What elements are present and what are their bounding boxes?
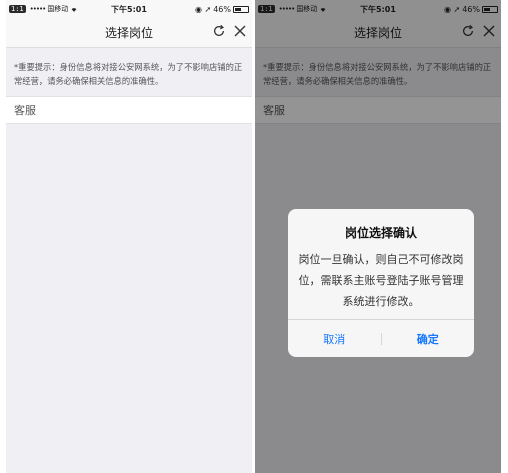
important-hint: *重要提示：身份信息将对接公安网系统，为了不影响店铺的正常经营，请务必确保相关信… bbox=[6, 48, 252, 96]
battery-icon bbox=[233, 5, 249, 13]
position-option-customer-service[interactable]: 客服 bbox=[6, 96, 252, 124]
right-screen: 1:1 ••••• 国移动 下午5:01 ◉ ➚ 46% 选择岗位 *重要提示：… bbox=[255, 0, 501, 473]
dialog-title: 岗位选择确认 bbox=[344, 226, 417, 240]
aspect-tag: 1:1 bbox=[9, 5, 26, 13]
page-title: 选择岗位 bbox=[104, 26, 153, 40]
close-icon[interactable] bbox=[234, 25, 246, 37]
signal-dots: ••••• bbox=[29, 5, 47, 13]
dialog-actions: 取消 确定 bbox=[288, 319, 474, 357]
confirm-dialog: 岗位选择确认 岗位一旦确认，则自己不可修改岗位，需联系主账号登陆子账号管理系统进… bbox=[288, 209, 474, 357]
carrier-name: 国移动 bbox=[47, 5, 69, 13]
wifi-icon bbox=[71, 7, 77, 12]
status-symbols: ◉ ➚ bbox=[194, 4, 212, 14]
status-bar: 1:1 ••••• 国移动 下午5:01 ◉ ➚ 46% bbox=[6, 0, 252, 18]
cancel-button[interactable]: 取消 bbox=[288, 320, 381, 357]
left-screen: 1:1 ••••• 国移动 下午5:01 ◉ ➚ 46% 选择岗位 *重要提示：… bbox=[6, 0, 252, 473]
battery-percent: 46% bbox=[213, 4, 231, 14]
status-time: 下午5:01 bbox=[111, 4, 147, 14]
refresh-icon[interactable] bbox=[212, 24, 226, 38]
confirm-button[interactable]: 确定 bbox=[382, 320, 475, 357]
screenshot-canvas: 1:1 ••••• 国移动 下午5:01 ◉ ➚ 46% 选择岗位 *重要提示：… bbox=[0, 0, 508, 473]
position-label: 客服 bbox=[14, 104, 36, 117]
navigation-bar: 选择岗位 bbox=[6, 18, 252, 48]
dialog-message: 岗位一旦确认，则自己不可修改岗位，需联系主账号登陆子账号管理系统进行修改。 bbox=[298, 253, 464, 308]
